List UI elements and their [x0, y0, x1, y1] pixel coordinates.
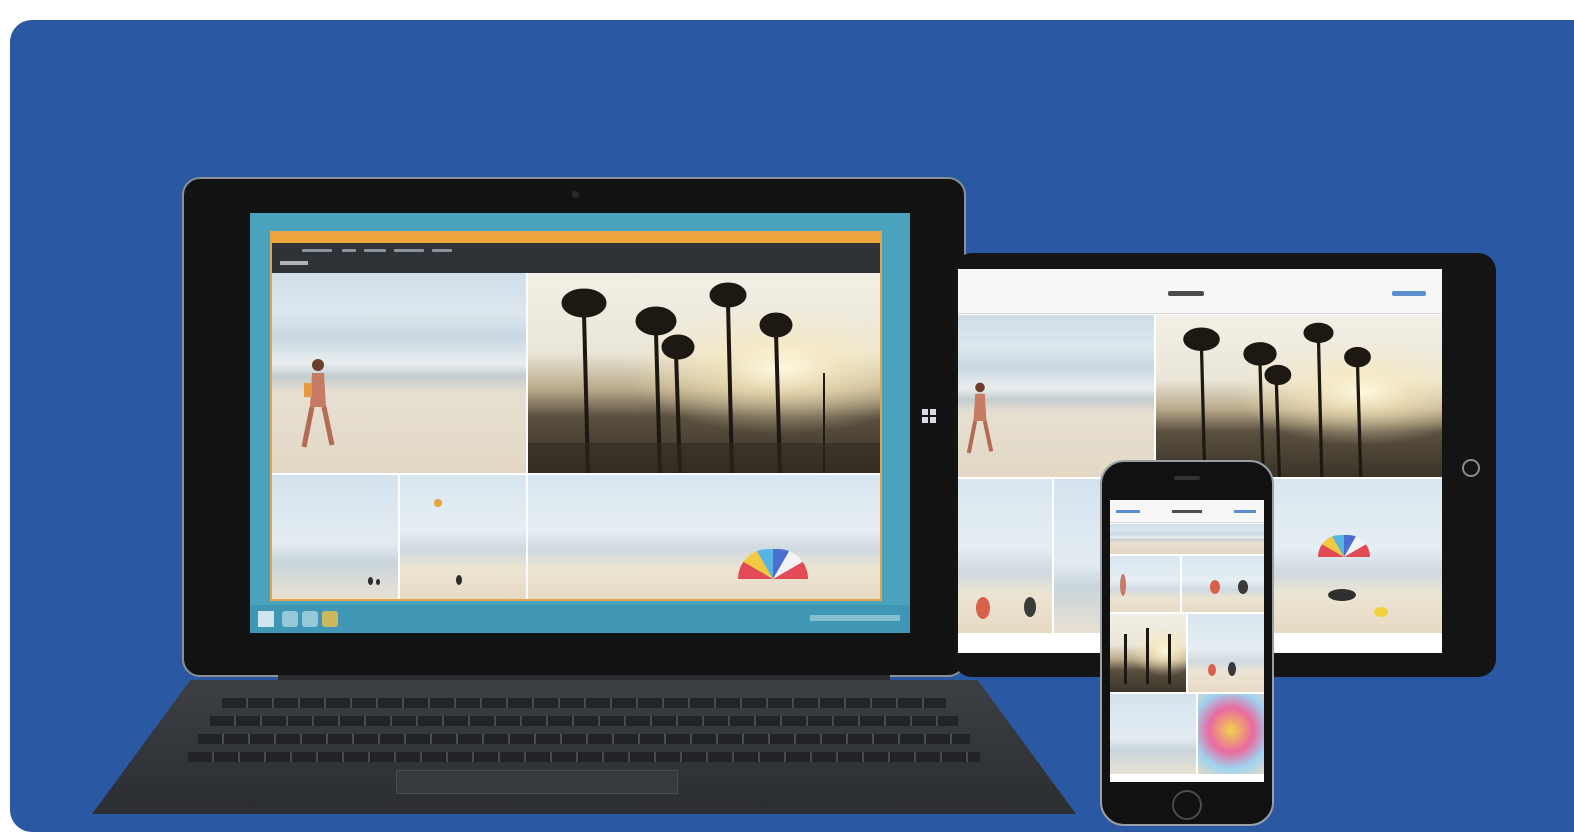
walker-figure	[1120, 574, 1126, 596]
menu-item	[302, 249, 332, 252]
person-figure	[1228, 662, 1236, 676]
person-figure	[1024, 597, 1036, 617]
palm-silhouettes	[1183, 322, 1371, 477]
phone-device	[1100, 460, 1274, 826]
photo-beach-walker	[272, 273, 526, 473]
person-figure	[1238, 580, 1248, 594]
photo-beach-umbrella	[1258, 479, 1442, 633]
phone-speaker	[1174, 476, 1200, 480]
menu-item	[394, 249, 424, 252]
key-row	[198, 734, 970, 744]
phone-screen	[1110, 500, 1264, 782]
phone-navbar	[1110, 500, 1264, 523]
app-titlebar	[272, 233, 880, 243]
menu-item	[342, 249, 356, 252]
photos-app-window	[270, 231, 882, 601]
taskbar-item[interactable]	[322, 611, 338, 627]
person-figure	[1208, 664, 1216, 676]
camera	[572, 191, 579, 198]
tablet-nav-action[interactable]	[1392, 291, 1426, 296]
key-row	[188, 752, 980, 762]
key-row	[222, 698, 946, 708]
menu-item	[364, 249, 386, 252]
photo-thumb-closeup	[1198, 694, 1264, 774]
breadcrumb	[280, 261, 308, 265]
menu-item	[432, 249, 452, 252]
phone-nav-action[interactable]	[1234, 510, 1256, 513]
photo-thumb	[1182, 556, 1264, 612]
person-figure	[1210, 580, 1220, 594]
app-menubar	[272, 243, 880, 273]
photo-beach-walker	[958, 315, 1154, 477]
palm-trunk	[1124, 634, 1127, 684]
person-figure	[376, 579, 380, 585]
photo-thumb-palms	[1110, 614, 1186, 692]
photo-beach-sky-2	[400, 475, 526, 599]
palm-trunk	[1168, 634, 1171, 684]
beach-umbrella	[1318, 535, 1370, 557]
kite	[434, 499, 442, 507]
photo-thumb	[1188, 614, 1264, 692]
walker-figure	[301, 359, 335, 448]
laptop-display	[182, 177, 966, 677]
photo-beach-umbrella	[528, 475, 880, 599]
photo-beach-people	[958, 479, 1052, 633]
hero-panel	[10, 20, 1574, 832]
home-button-icon[interactable]	[1462, 459, 1480, 477]
beach-umbrella	[738, 549, 808, 579]
taskbar-item[interactable]	[282, 611, 298, 627]
tablet-nav-title	[1168, 291, 1204, 296]
photo-beach-sky-1	[272, 475, 398, 599]
taskbar-item[interactable]	[302, 611, 318, 627]
windows-logo-icon[interactable]	[922, 409, 936, 423]
key-row	[210, 716, 958, 726]
laptop-screen	[250, 213, 910, 633]
beach-toy	[1374, 607, 1388, 617]
phone-nav-title	[1172, 510, 1202, 513]
photo-thumb	[1110, 556, 1180, 612]
system-tray	[810, 615, 900, 621]
windows-taskbar	[250, 605, 910, 633]
trackpad	[396, 770, 678, 794]
phone-nav-back[interactable]	[1116, 510, 1140, 513]
palm-trunk	[1146, 628, 1149, 684]
palm-silhouettes	[528, 282, 880, 473]
person-figure	[1328, 589, 1356, 601]
start-button[interactable]	[258, 611, 274, 627]
photo-thumb	[1110, 524, 1264, 554]
walker-figure	[966, 382, 994, 454]
photo-palm-trees	[528, 273, 880, 473]
person-figure	[456, 575, 462, 585]
home-button-icon[interactable]	[1172, 790, 1202, 820]
photo-palm-trees	[1156, 315, 1442, 477]
person-figure	[368, 577, 373, 585]
photo-thumb	[1110, 694, 1196, 774]
tablet-navbar	[958, 269, 1442, 314]
person-figure	[976, 597, 990, 619]
